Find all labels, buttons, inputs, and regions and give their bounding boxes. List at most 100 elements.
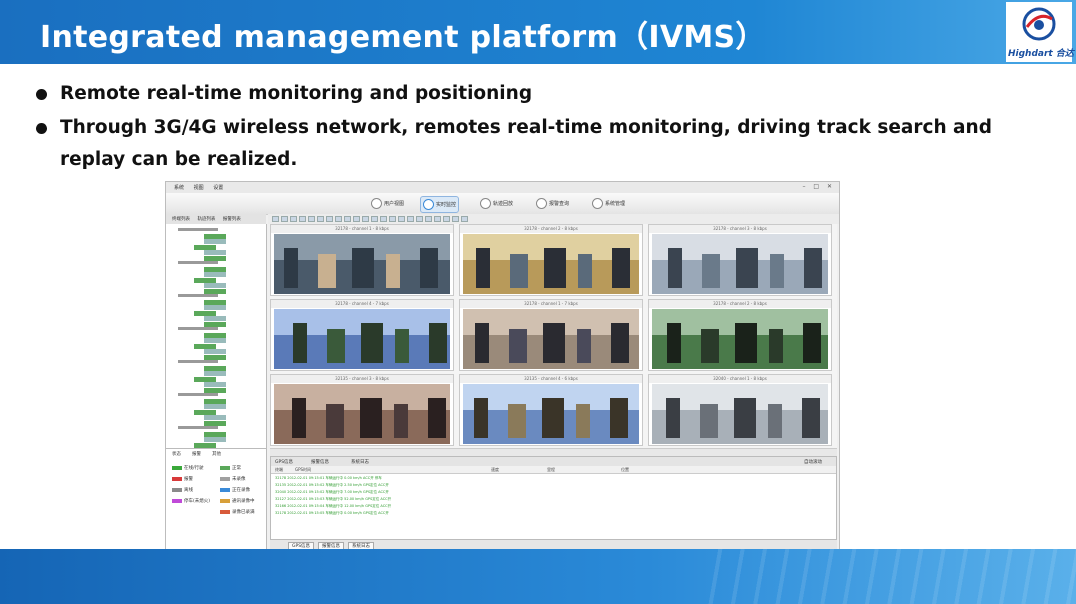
device-tree[interactable] — [166, 224, 267, 448]
module-alarm-query[interactable]: 报警查询 — [536, 196, 569, 211]
tree-node[interactable] — [204, 233, 226, 239]
tab-terminal-list[interactable]: 终端列表 — [172, 216, 190, 222]
menu-item[interactable]: 视图 — [194, 184, 204, 191]
tree-node[interactable] — [204, 283, 226, 288]
legend-tab[interactable]: 其他 — [212, 451, 221, 457]
toolbar-button[interactable] — [461, 216, 468, 222]
toolbar-button[interactable] — [425, 216, 432, 222]
toolbar-button[interactable] — [371, 216, 378, 222]
toolbar-button[interactable] — [299, 216, 306, 222]
tree-node[interactable] — [204, 420, 226, 426]
toolbar-button[interactable] — [344, 216, 351, 222]
module-track-replay[interactable]: 轨迹回放 — [480, 196, 513, 211]
window-controls[interactable]: – □ ✕ — [802, 183, 835, 190]
tab-gps-info[interactable]: GPS信息 — [275, 459, 293, 465]
tree-node[interactable] — [204, 382, 226, 387]
toolbar-button[interactable] — [434, 216, 441, 222]
toolbar-button[interactable] — [290, 216, 297, 222]
legend-tab[interactable]: 报警 — [192, 451, 201, 457]
column-header[interactable]: GPS时间 — [295, 467, 311, 473]
toolbar-button[interactable] — [389, 216, 396, 222]
tree-node[interactable] — [204, 272, 226, 277]
tree-node[interactable] — [204, 404, 226, 409]
tree-node[interactable] — [178, 228, 218, 231]
tab-alarm-info[interactable]: 报警信息 — [311, 459, 329, 465]
toolbar-button[interactable] — [335, 216, 342, 222]
video-channel-cell[interactable]: 32178 - channel 1 - 7 kbps — [459, 299, 643, 371]
table-row[interactable]: 32178 2012-02-01 09:15:01 车辆运行中 0.00 km/… — [275, 476, 382, 480]
column-header[interactable]: 里程 — [547, 467, 555, 473]
module-live-monitor[interactable]: 实时监控 — [420, 196, 460, 213]
table-row[interactable]: 32127 2012-02-01 09:15:03 车辆运行中 52.00 km… — [275, 497, 391, 501]
video-channel-cell[interactable]: 32178 - channel 2 - 8 kbps — [459, 224, 643, 296]
tree-node[interactable] — [204, 299, 226, 305]
tree-node[interactable] — [204, 437, 226, 442]
toolbar-button[interactable] — [326, 216, 333, 222]
tree-node[interactable] — [204, 250, 226, 255]
toolbar-button[interactable] — [281, 216, 288, 222]
toolbar-button[interactable] — [308, 216, 315, 222]
legend-tab[interactable]: 状态 — [172, 451, 181, 457]
table-row[interactable]: 32135 2012-02-01 09:15:02 车辆运行中 2.50 km/… — [275, 483, 389, 487]
tree-node[interactable] — [194, 376, 216, 382]
toolbar-button[interactable] — [416, 216, 423, 222]
column-header[interactable]: 位置 — [621, 467, 629, 473]
tree-node[interactable] — [178, 261, 218, 264]
menu-item[interactable]: 设置 — [213, 184, 223, 191]
tree-node[interactable] — [204, 354, 226, 360]
tree-node[interactable] — [204, 332, 226, 338]
tree-node[interactable] — [178, 327, 218, 330]
toolbar-button[interactable] — [407, 216, 414, 222]
video-channel-cell[interactable]: 32040 - channel 1 - 8 kbps — [648, 374, 832, 446]
video-channel-cell[interactable]: 32178 - channel 2 - 8 kbps — [648, 299, 832, 371]
tree-node[interactable] — [204, 239, 226, 244]
tree-node[interactable] — [204, 349, 226, 354]
video-channel-cell[interactable]: 32178 - channel 4 - 7 kbps — [270, 299, 454, 371]
toolbar-button[interactable] — [398, 216, 405, 222]
tree-node[interactable] — [194, 277, 216, 283]
column-header[interactable]: 终端 — [275, 467, 283, 473]
toolbar-button[interactable] — [380, 216, 387, 222]
tree-node[interactable] — [204, 338, 226, 343]
menu-item[interactable]: 系统 — [174, 184, 184, 191]
tab-system-log[interactable]: 系统日志 — [351, 459, 369, 465]
toolbar-button[interactable] — [362, 216, 369, 222]
toolbar-button[interactable] — [317, 216, 324, 222]
tree-node[interactable] — [194, 343, 216, 349]
tab-track-list[interactable]: 轨迹列表 — [197, 216, 215, 222]
tree-node[interactable] — [194, 442, 216, 448]
tree-node[interactable] — [204, 316, 226, 321]
tree-node[interactable] — [194, 409, 216, 415]
module-user-view[interactable]: 用户视图 — [371, 196, 404, 211]
tree-node[interactable] — [204, 415, 226, 420]
table-row[interactable]: 32178 2012-02-01 09:15:05 车辆运行中 0.00 km/… — [275, 511, 389, 515]
toolbar-button[interactable] — [452, 216, 459, 222]
toolbar-button[interactable] — [272, 216, 279, 222]
tree-node[interactable] — [204, 365, 226, 371]
tree-node[interactable] — [204, 321, 226, 327]
tree-node[interactable] — [204, 371, 226, 376]
video-channel-cell[interactable]: 32178 - channel 3 - 8 kbps — [648, 224, 832, 296]
tree-node[interactable] — [194, 310, 216, 316]
tree-node[interactable] — [204, 305, 226, 310]
toolbar-button[interactable] — [443, 216, 450, 222]
column-header[interactable]: 速度 — [491, 467, 499, 473]
table-row[interactable]: 32166 2012-02-01 09:15:04 车辆运行中 12.00 km… — [275, 504, 391, 508]
video-channel-cell[interactable]: 32135 - channel 4 - 6 kbps — [459, 374, 643, 446]
tab-alarm-list[interactable]: 报警列表 — [223, 216, 241, 222]
tree-node[interactable] — [194, 244, 216, 250]
tree-node[interactable] — [204, 266, 226, 272]
tree-node[interactable] — [204, 431, 226, 437]
table-row[interactable]: 32040 2012-02-01 09:15:02 车辆运行中 7.00 km/… — [275, 490, 389, 494]
tree-node[interactable] — [204, 255, 226, 261]
tree-node[interactable] — [178, 393, 218, 396]
tree-node[interactable] — [178, 360, 218, 363]
video-channel-cell[interactable]: 32178 - channel 1 - 8 kbps — [270, 224, 454, 296]
auto-scroll-checkbox[interactable]: 自动滚动 — [804, 459, 822, 465]
tree-node[interactable] — [204, 398, 226, 404]
module-system[interactable]: 系统管理 — [592, 196, 625, 211]
video-channel-cell[interactable]: 32135 - channel 3 - 8 kbps — [270, 374, 454, 446]
tree-node[interactable] — [178, 294, 218, 297]
tree-node[interactable] — [204, 288, 226, 294]
tree-node[interactable] — [204, 387, 226, 393]
